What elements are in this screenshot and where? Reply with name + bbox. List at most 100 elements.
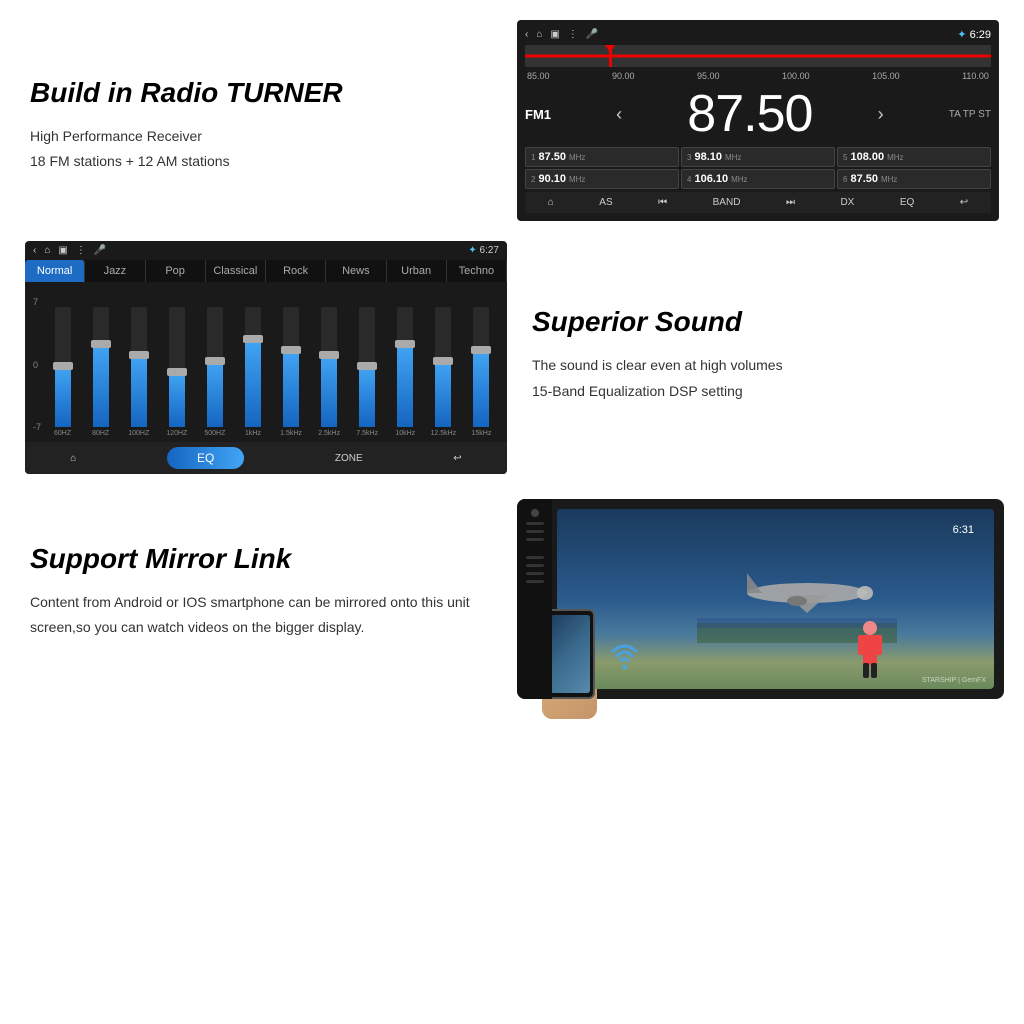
eq-band-thumb-2[interactable]	[129, 351, 149, 359]
preset-2[interactable]: 2 90.10 MHz	[525, 169, 679, 189]
eq-band-1[interactable]: 80HZ	[83, 297, 118, 437]
eq-toolbar-eq[interactable]: EQ	[167, 447, 244, 469]
eq-band-thumb-7[interactable]	[319, 351, 339, 359]
toolbar-band[interactable]: BAND	[713, 197, 741, 208]
eq-y-labels: 7 0 -7	[33, 297, 41, 437]
eq-preset-tabs: Normal Jazz Pop Classical Rock News Urba…	[25, 260, 507, 282]
eq-tab-normal[interactable]: Normal	[25, 260, 85, 282]
preset-4[interactable]: 4 106.10 MHz	[681, 169, 835, 189]
eq-band-thumb-9[interactable]	[395, 340, 415, 348]
eq-tab-rock[interactable]: Rock	[266, 260, 326, 282]
eq-tab-pop[interactable]: Pop	[146, 260, 206, 282]
next-freq-button[interactable]: ›	[878, 104, 884, 125]
unit-button5[interactable]	[526, 564, 544, 567]
eq-band-6[interactable]: 1.5kHz	[273, 297, 308, 437]
preset-num-5: 5	[843, 153, 847, 162]
eq-tab-classical[interactable]: Classical	[206, 260, 266, 282]
freq-label-2: 90.00	[612, 71, 635, 81]
toolbar-home[interactable]: ⌂	[548, 197, 554, 208]
radio-toolbar: ⌂ AS ⏮ BAND ⏭ DX EQ ↩	[525, 192, 991, 213]
unit-led	[531, 509, 539, 517]
eq-band-track-5	[245, 307, 261, 427]
prev-freq-button[interactable]: ‹	[616, 104, 622, 125]
slider-thumb	[609, 45, 612, 67]
plane-area	[644, 563, 950, 643]
eq-band-11[interactable]: 15kHz	[464, 297, 499, 437]
eq-band-thumb-6[interactable]	[281, 346, 301, 354]
eq-tab-urban[interactable]: Urban	[387, 260, 447, 282]
eq-band-label-0: 60HZ	[54, 430, 71, 437]
unit-button1[interactable]	[526, 522, 544, 525]
preset-1[interactable]: 1 87.50 MHz	[525, 147, 679, 167]
eq-window-icon[interactable]: ▣	[58, 245, 67, 256]
eq-bluetooth-icon: ✦	[468, 245, 476, 256]
toolbar-next[interactable]: ⏭	[786, 197, 795, 208]
eq-toolbar-back[interactable]: ↩	[453, 453, 461, 464]
mic-icon: 🎤	[586, 29, 598, 40]
eq-bands: 60HZ 80HZ 100HZ 120HZ 500HZ 1kHz	[45, 297, 499, 437]
eq-band-thumb-5[interactable]	[243, 335, 263, 343]
eq-band-fill-4	[207, 361, 223, 427]
eq-home-icon[interactable]: ⌂	[44, 245, 50, 256]
eq-band-7[interactable]: 2.5kHz	[312, 297, 347, 437]
mirror-title: Support Mirror Link	[30, 543, 502, 575]
eq-tab-techno[interactable]: Techno	[447, 260, 507, 282]
radio-frequency-slider[interactable]	[525, 45, 991, 67]
eq-band-thumb-8[interactable]	[357, 362, 377, 370]
menu-icon[interactable]: ⋮	[568, 29, 578, 40]
eq-band-0[interactable]: 60HZ	[45, 297, 80, 437]
eq-toolbar-home[interactable]: ⌂	[70, 453, 76, 464]
eq-band-9[interactable]: 10kHz	[388, 297, 423, 437]
radio-status-left: ‹ ⌂ ▣ ⋮ 🎤	[525, 29, 598, 40]
toolbar-back[interactable]: ↩	[960, 197, 968, 208]
eq-back-icon[interactable]: ‹	[33, 245, 36, 256]
preset-3[interactable]: 3 98.10 MHz	[681, 147, 835, 167]
unit-button2[interactable]	[526, 530, 544, 533]
eq-band-thumb-4[interactable]	[205, 357, 225, 365]
watermark: STARSHIP | GemFX	[922, 677, 986, 684]
eq-band-2[interactable]: 100HZ	[121, 297, 156, 437]
eq-menu-icon[interactable]: ⋮	[76, 245, 86, 256]
eq-band-label-11: 15kHz	[471, 430, 491, 437]
eq-band-thumb-0[interactable]	[53, 362, 73, 370]
preset-6[interactable]: 6 87.50 MHz	[837, 169, 991, 189]
eq-band-8[interactable]: 7.5kHz	[350, 297, 385, 437]
unit-button3[interactable]	[526, 538, 544, 541]
unit-button4[interactable]	[526, 556, 544, 559]
radio-freq-display: 87.50	[687, 84, 812, 144]
preset-freq-1: 87.50	[538, 151, 566, 163]
eq-band-3[interactable]: 120HZ	[159, 297, 194, 437]
toolbar-as[interactable]: AS	[599, 197, 612, 208]
eq-band-thumb-3[interactable]	[167, 368, 187, 376]
eq-screen-section: ‹ ⌂ ▣ ⋮ 🎤 ✦ 6:27 Normal Jazz Pop Classic…	[10, 231, 512, 479]
eq-tab-jazz[interactable]: Jazz	[85, 260, 145, 282]
unit-button6[interactable]	[526, 572, 544, 575]
eq-band-fill-3	[169, 372, 185, 427]
preset-freq-3: 98.10	[694, 151, 722, 163]
mirror-description: Content from Android or IOS smartphone c…	[30, 590, 502, 640]
wifi-svg	[607, 637, 642, 672]
eq-band-fill-6	[283, 350, 299, 427]
toolbar-prev[interactable]: ⏮	[658, 197, 667, 208]
eq-band-5[interactable]: 1kHz	[235, 297, 270, 437]
eq-toolbar-zone[interactable]: ZONE	[335, 453, 363, 464]
unit-button7[interactable]	[526, 580, 544, 583]
preset-num-3: 3	[687, 153, 691, 162]
toolbar-eq[interactable]: EQ	[900, 197, 914, 208]
eq-tab-news[interactable]: News	[326, 260, 386, 282]
back-icon[interactable]: ‹	[525, 29, 528, 40]
preset-unit-3: MHz	[725, 153, 741, 162]
sound-title: Superior Sound	[532, 306, 994, 338]
toolbar-dx[interactable]: DX	[840, 197, 854, 208]
eq-band-track-1	[93, 307, 109, 427]
window-icon[interactable]: ▣	[550, 29, 559, 40]
eq-band-thumb-1[interactable]	[91, 340, 111, 348]
eq-band-track-11	[473, 307, 489, 427]
eq-band-thumb-10[interactable]	[433, 357, 453, 365]
eq-band-10[interactable]: 12.5kHz	[426, 297, 461, 437]
preset-5[interactable]: 5 108.00 MHz	[837, 147, 991, 167]
home-icon[interactable]: ⌂	[536, 29, 542, 40]
eq-band-4[interactable]: 500HZ	[197, 297, 232, 437]
eq-band-thumb-11[interactable]	[471, 346, 491, 354]
eq-screen: ‹ ⌂ ▣ ⋮ 🎤 ✦ 6:27 Normal Jazz Pop Classic…	[25, 241, 507, 474]
